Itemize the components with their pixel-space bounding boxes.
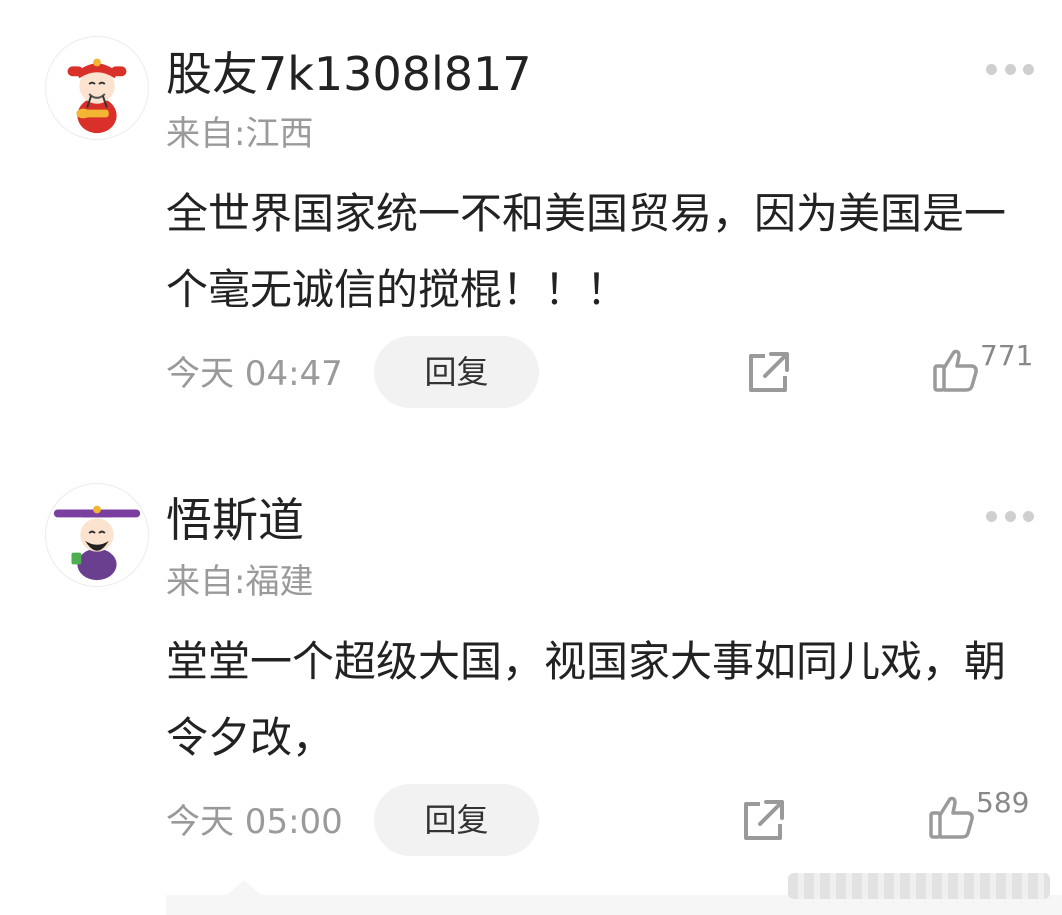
location-label: 来自:江西 (166, 114, 314, 154)
like-count: 771 (980, 339, 1034, 372)
comment-item: 股友7k1308l817 来自:江西 全世界国家统一不和美国贸易，因为美国是一个… (0, 0, 1062, 440)
share-icon[interactable] (740, 798, 786, 844)
watermark-bar (788, 873, 1050, 899)
avatar[interactable] (45, 483, 149, 587)
username[interactable]: 股友7k1308l817 (166, 46, 532, 102)
more-options-icon[interactable] (986, 511, 1034, 523)
thumbs-up-icon[interactable] (928, 793, 976, 841)
thumbs-up-icon[interactable] (932, 346, 980, 394)
timestamp: 今天 04:47 (166, 354, 343, 394)
comment-text: 全世界国家统一不和美国贸易，因为美国是一个毫无诚信的搅棍！！！ (166, 189, 1007, 314)
wealth-god-red-avatar-icon (67, 58, 127, 134)
more-options-icon[interactable] (986, 64, 1034, 76)
reply-button[interactable]: 回复 (374, 784, 539, 856)
username[interactable]: 悟斯道 (166, 492, 304, 548)
like-count: 589 (976, 786, 1030, 819)
location-label: 来自:福建 (166, 562, 314, 602)
sub-reply-arrow (226, 880, 262, 896)
share-icon[interactable] (745, 350, 791, 396)
avatar[interactable] (45, 36, 149, 140)
reply-button[interactable]: 回复 (374, 336, 539, 408)
comment-text: 堂堂一个超级大国，视国家大事如同儿戏，朝令夕改， (166, 637, 1007, 762)
wealth-god-purple-avatar-icon (53, 505, 141, 581)
timestamp: 今天 05:00 (166, 802, 343, 842)
